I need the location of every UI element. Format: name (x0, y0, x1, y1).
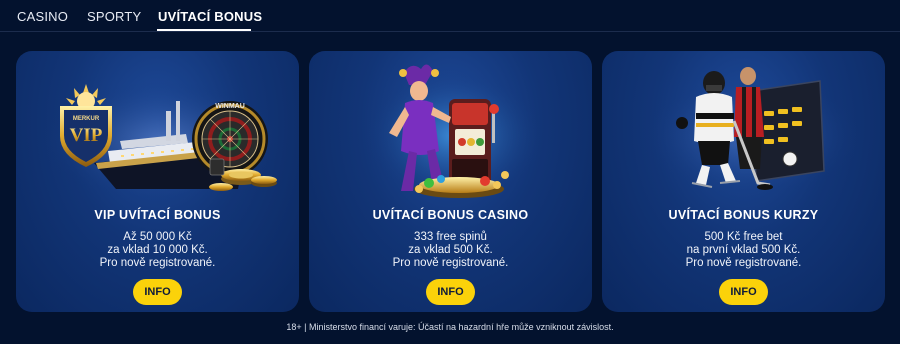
card-title: UVÍTACÍ BONUS CASINO (372, 208, 529, 222)
tab-sporty[interactable]: SPORTY (87, 9, 141, 24)
description-line: za vklad 500 Kč. (408, 244, 493, 256)
tab-bar: CASINO SPORTY UVÍTACÍ BONUS (0, 0, 900, 32)
description-line: Pro nově registrované. (99, 257, 216, 269)
description-line: Až 50 000 Kč (123, 231, 192, 243)
description-line: za vklad 10 000 Kč. (107, 244, 208, 256)
sports-bonus-card[interactable]: UVÍTACÍ BONUS KURZY 500 Kč free bet na p… (602, 51, 885, 312)
description-line: 500 Kč free bet (704, 231, 783, 243)
card-title: VIP UVÍTACÍ BONUS (94, 208, 221, 222)
card-description: 500 Kč free bet na první vklad 500 Kč. P… (602, 231, 885, 270)
casino-bonus-illustration (364, 64, 544, 201)
svg-text:MERKUR: MERKUR (73, 116, 100, 122)
svg-text:WINMAU: WINMAU (215, 103, 245, 110)
info-button[interactable]: INFO (426, 279, 475, 305)
description-line: Pro nově registrované. (685, 257, 802, 269)
dartboard-icon: WINMAU (192, 101, 268, 177)
description-line: na první vklad 500 Kč. (686, 244, 801, 256)
tab-welcome-bonus[interactable]: UVÍTACÍ BONUS (158, 9, 262, 24)
card-description: Až 50 000 Kč za vklad 10 000 Kč. Pro nov… (16, 231, 299, 270)
svg-text:VIP: VIP (70, 125, 103, 146)
description-line: 333 free spinů (414, 231, 487, 243)
active-tab-indicator (157, 29, 251, 31)
info-button[interactable]: INFO (719, 279, 768, 305)
description-line: Pro nově registrované. (392, 257, 509, 269)
info-button[interactable]: INFO (133, 279, 182, 305)
card-title: UVÍTACÍ BONUS KURZY (668, 208, 819, 222)
card-description: 333 free spinů za vklad 500 Kč. Pro nově… (309, 231, 592, 270)
casino-bonus-card[interactable]: UVÍTACÍ BONUS CASINO 333 free spinů za v… (309, 51, 592, 312)
tab-casino[interactable]: CASINO (17, 9, 68, 24)
responsible-gambling-notice: 18+ | Ministerstvo financí varuje: Účast… (286, 322, 614, 332)
vip-bonus-illustration: WINMAU MERKUR VIP (41, 81, 281, 201)
vip-bonus-card[interactable]: WINMAU MERKUR VIP VIP UVÍTACÍ BONUS Až 5… (16, 51, 299, 312)
sports-bonus-illustration (642, 67, 862, 196)
